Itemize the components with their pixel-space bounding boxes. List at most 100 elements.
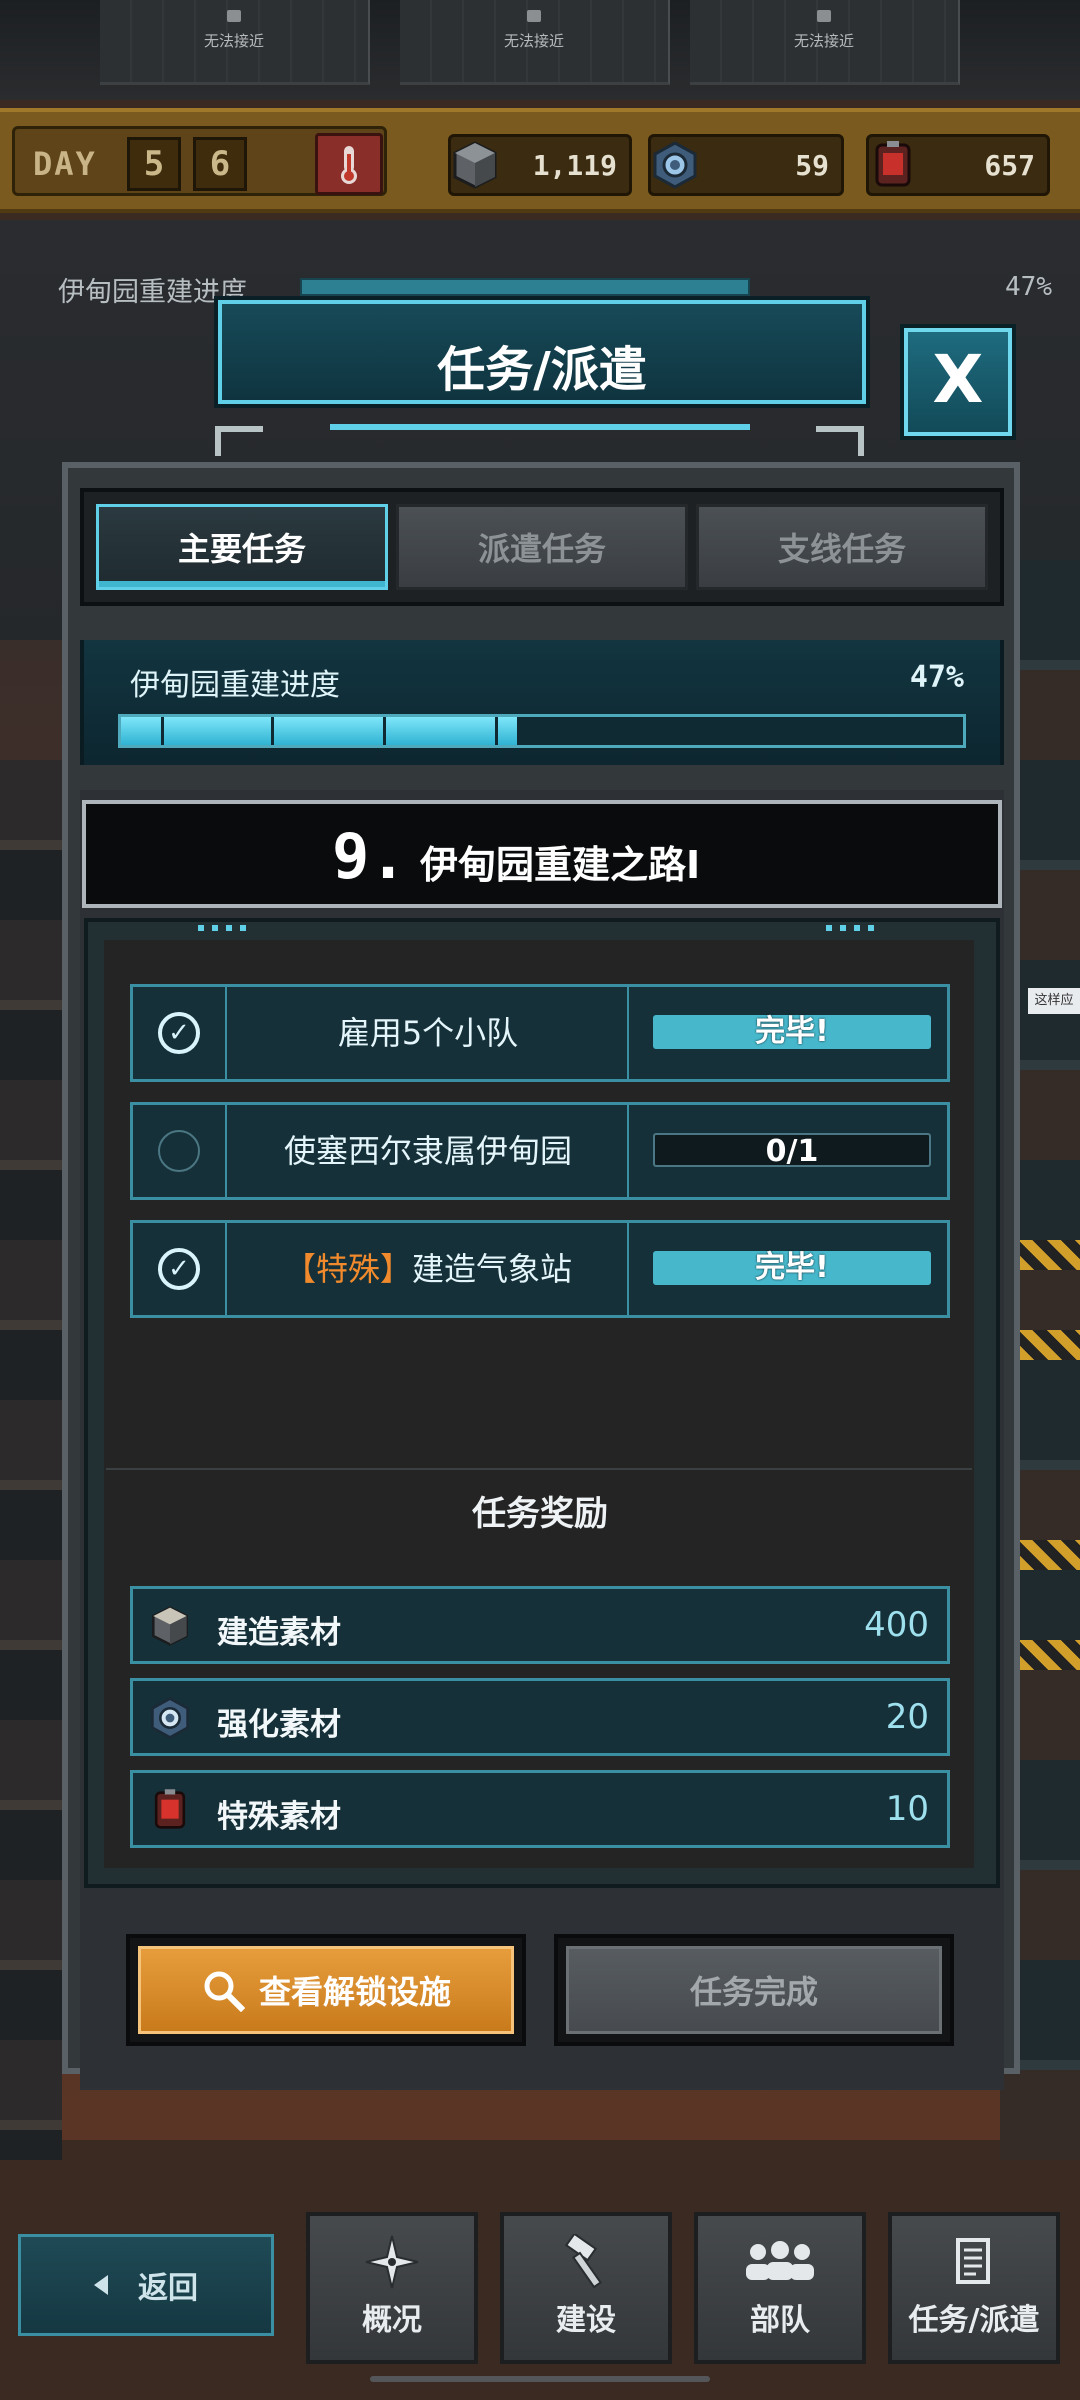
- task-row: ✓ 【特殊】建造气象站 完毕!: [130, 1220, 950, 1318]
- hazard-stripe: [1020, 1330, 1080, 1360]
- thermometer-button[interactable]: [315, 133, 383, 195]
- close-button[interactable]: X: [904, 328, 1012, 436]
- home-indicator: [370, 2376, 710, 2382]
- background-progress-percent: 47%: [1005, 272, 1052, 302]
- reward-row: 特殊素材 10: [130, 1770, 950, 1848]
- lock-icon: [527, 10, 541, 22]
- resource-value: 59: [795, 149, 829, 182]
- resource-bar: DAY 5 6 1,119 59 657: [0, 108, 1080, 213]
- hazard-stripe: [1020, 1540, 1080, 1570]
- nav-missions[interactable]: 任务/派遣: [888, 2212, 1060, 2364]
- mission-number: 9.: [332, 820, 407, 893]
- task-status-done: 完毕!: [653, 1015, 931, 1049]
- modal-title: 任务/派遣: [437, 342, 647, 398]
- back-arrow-icon: [94, 2275, 108, 2295]
- lock-icon: [227, 10, 241, 22]
- complete-mission-label: 任务完成: [566, 1946, 942, 2034]
- task-name: 使塞西尔隶属伊甸园: [229, 1105, 629, 1197]
- nav-build[interactable]: 建设: [500, 2212, 672, 2364]
- gear-icon: [645, 135, 705, 195]
- locked-slot: 无法接近: [100, 0, 370, 85]
- progress-segment: [161, 717, 164, 745]
- modal-title-plate: 任务/派遣: [218, 300, 866, 404]
- nav-build-label: 建设: [556, 2303, 616, 2338]
- progress-segment: [383, 717, 386, 745]
- task-checkbox: ✓: [133, 1223, 227, 1315]
- title-underline: [330, 424, 750, 430]
- complete-mission-button[interactable]: 任务完成: [554, 1934, 954, 2046]
- mission-name: 伊甸园重建之路I: [420, 843, 701, 887]
- build-material-icon: [445, 135, 505, 195]
- rebuild-progress-label: 伊甸园重建进度: [130, 668, 340, 703]
- progress-segment: [607, 717, 610, 745]
- progress-segment: [271, 717, 274, 745]
- task-name-text: 使塞西尔隶属伊甸园: [283, 1132, 572, 1170]
- locked-slot-label: 无法接近: [203, 32, 264, 50]
- task-status-text: 完毕!: [755, 1014, 829, 1049]
- back-button[interactable]: 返回: [18, 2234, 274, 2336]
- task-status-text: 0/1: [765, 1134, 819, 1169]
- people-icon: [742, 2237, 818, 2287]
- task-row: 使塞西尔隶属伊甸园 0/1: [130, 1102, 950, 1200]
- special-tag: 【特殊】: [283, 1250, 412, 1288]
- mission-title-box: 9. 伊甸园重建之路I: [82, 800, 1002, 908]
- task-row: ✓ 雇用5个小队 完毕!: [130, 984, 950, 1082]
- view-unlocked-facilities-button[interactable]: 查看解锁设施: [126, 1934, 526, 2046]
- nav-troops[interactable]: 部队: [694, 2212, 866, 2364]
- rewards-title: 任务奖励: [472, 1494, 608, 1534]
- locked-slot-label: 无法接近: [793, 32, 854, 50]
- locked-slot: 无法接近: [400, 0, 670, 85]
- progress-segment: [495, 717, 498, 745]
- divider: [106, 1468, 972, 1470]
- view-unlocked-facilities-face: 查看解锁设施: [138, 1946, 514, 2034]
- day-digit: 5: [127, 137, 181, 191]
- nav-overview-label: 概况: [362, 2303, 422, 2338]
- resource-value: 657: [984, 149, 1035, 182]
- resource-special-material[interactable]: 657: [866, 134, 1050, 196]
- check-icon: ✓: [158, 1248, 200, 1290]
- reward-name: 强化素材: [217, 1707, 341, 1743]
- decorative-pipe: [816, 426, 864, 456]
- rebuild-progress-panel: 伊甸园重建进度 47%: [80, 640, 1004, 765]
- tab-main-missions[interactable]: 主要任务: [96, 504, 388, 590]
- background-progress-bar: [300, 278, 750, 296]
- task-name: 雇用5个小队: [229, 987, 629, 1079]
- task-name-text: 雇用5个小队: [337, 1014, 519, 1052]
- mission-tabs: 主要任务 派遣任务 支线任务: [80, 488, 1004, 606]
- document-icon: [952, 2237, 996, 2287]
- progress-segment: [719, 717, 722, 745]
- compass-star-icon: [364, 2235, 420, 2289]
- resource-enhance-material[interactable]: 59: [648, 134, 844, 196]
- nav-troops-label: 部队: [750, 2303, 810, 2338]
- tab-side-missions[interactable]: 支线任务: [696, 504, 988, 590]
- gear-icon: [147, 1695, 193, 1741]
- special-material-icon: [147, 1787, 193, 1833]
- day-label: DAY: [33, 145, 97, 183]
- reward-name: 特殊素材: [217, 1799, 341, 1835]
- special-material-icon: [863, 135, 923, 195]
- hammer-icon: [558, 2234, 614, 2289]
- check-icon: ✓: [158, 1012, 200, 1054]
- view-unlocked-facilities-label: 查看解锁设施: [258, 1973, 451, 2011]
- task-status-done: 完毕!: [653, 1251, 931, 1285]
- nav-missions-label: 任务/派遣: [908, 2303, 1040, 2338]
- decorative-pipe: [215, 426, 263, 456]
- rebuild-progress-percent: 47%: [909, 660, 964, 695]
- nav-overview[interactable]: 概况: [306, 2212, 478, 2364]
- thermometer-icon: [341, 146, 357, 184]
- reward-row: 建造素材 400: [130, 1586, 950, 1664]
- search-icon: [204, 1971, 245, 2012]
- side-tooltip-tag: 这样应: [1028, 988, 1080, 1014]
- reward-name: 建造素材: [217, 1615, 341, 1651]
- tab-dispatch-missions[interactable]: 派遣任务: [396, 504, 688, 590]
- resource-build-material[interactable]: 1,119: [448, 134, 632, 196]
- reward-value: 20: [885, 1697, 929, 1737]
- decorative-dots: [198, 925, 254, 931]
- locked-slot-label: 无法接近: [503, 32, 564, 50]
- resource-value: 1,119: [532, 149, 617, 182]
- rebuild-progress-bar: [118, 714, 966, 748]
- task-checkbox: ✓: [133, 987, 227, 1079]
- build-material-icon: [147, 1603, 193, 1649]
- task-name: 【特殊】建造气象站: [229, 1223, 629, 1315]
- hazard-stripe: [1020, 1640, 1080, 1670]
